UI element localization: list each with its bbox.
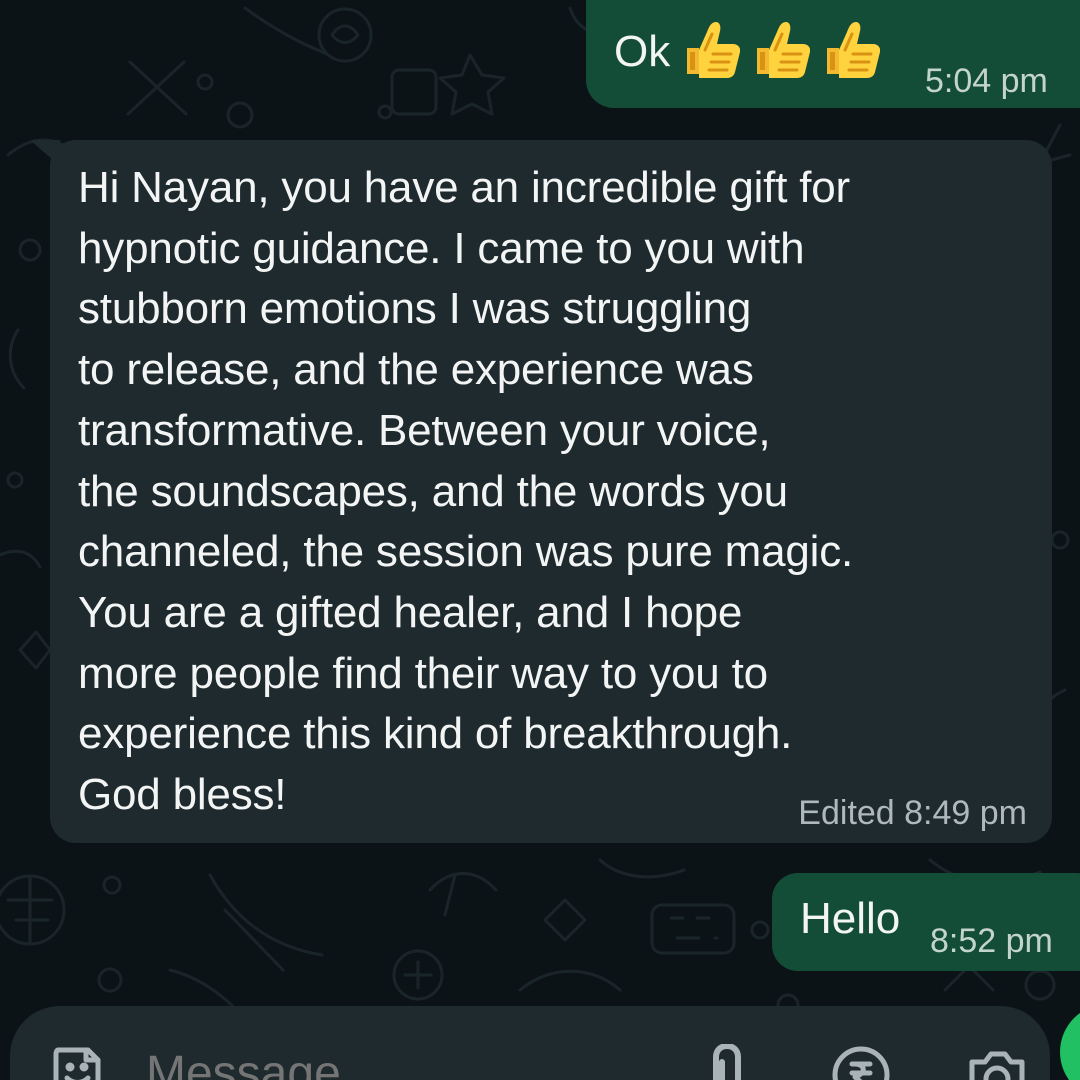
outgoing-message-ok[interactable]: Ok 5:04 pm (586, 0, 1080, 108)
camera-icon[interactable] (964, 1044, 1030, 1080)
outgoing-message-hello[interactable]: Hello 8:52 pm (772, 873, 1080, 971)
thumbs-up-icon (827, 22, 881, 78)
incoming-message-review[interactable]: Hi Nayan, you have an incredible gift fo… (30, 140, 1052, 843)
message-time: 5:04 pm (925, 62, 1048, 100)
message-edited-time: Edited 8:49 pm (798, 794, 1027, 832)
rupee-payment-icon[interactable] (830, 1044, 892, 1080)
message-text: Hello (800, 894, 901, 943)
thumbs-up-icon (757, 22, 811, 78)
attach-icon[interactable] (698, 1044, 752, 1080)
message-text-ok: Ok (614, 27, 671, 76)
message-text: Ok (614, 16, 881, 80)
thumbs-up-icon (687, 22, 741, 78)
message-composer (10, 1006, 1050, 1080)
message-input[interactable] (146, 1046, 666, 1080)
message-time: 8:52 pm (930, 922, 1053, 960)
message-text: Hi Nayan, you have an incredible gift fo… (78, 163, 854, 820)
emoji-sticker-icon[interactable] (48, 1042, 106, 1080)
chat-screen: Ok 5:04 pm Hi Nayan, you have an incredi… (0, 0, 1080, 1080)
